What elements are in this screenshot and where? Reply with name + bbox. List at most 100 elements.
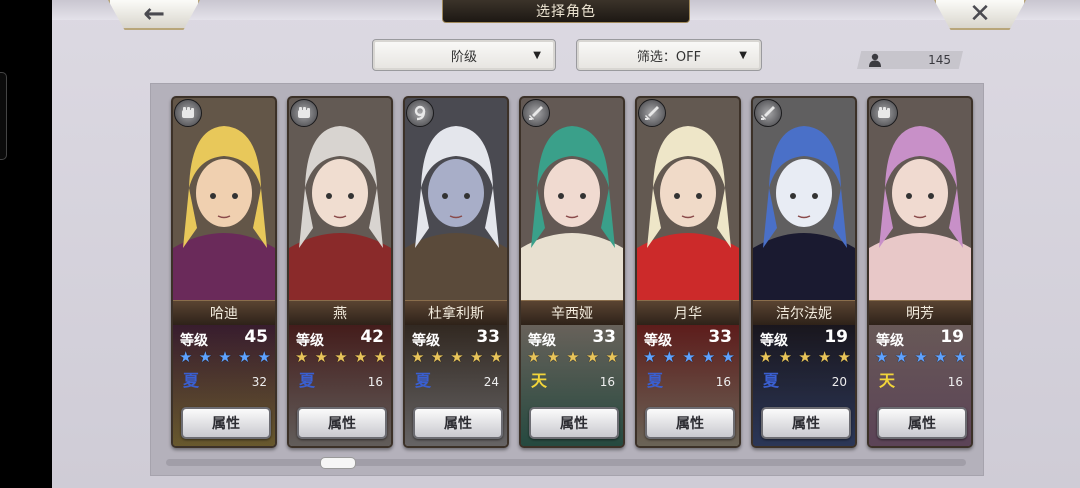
level-label: 等级 [412, 333, 440, 349]
scroll-track[interactable] [166, 459, 966, 466]
level-value: 33 [708, 327, 732, 347]
star-icon: ★ [257, 348, 271, 366]
star-icon: ★ [546, 348, 561, 366]
star-icon: ★ [218, 348, 232, 366]
star-icon: ★ [817, 348, 832, 366]
attributes-button-label: 属性 [908, 416, 936, 432]
level-value: 19 [824, 327, 848, 347]
character-portrait [753, 98, 855, 300]
star-icon: ★ [798, 348, 812, 366]
character-name: 辛西娅 [551, 306, 593, 322]
character-card[interactable]: 辛西娅 等级 33 ★ ★ ★ ★ ★ 天 16 属性 [519, 96, 625, 448]
attributes-button[interactable]: 属性 [529, 407, 619, 439]
character-portrait [173, 98, 275, 300]
close-x-icon: ✕ [969, 0, 991, 29]
element-icon: 夏 [414, 371, 431, 390]
character-card[interactable]: 哈迪 等级 45 ★ ★ ★ ★ ★ 夏 32 属性 [171, 96, 277, 448]
star-icon: ★ [953, 348, 967, 366]
back-arrow-icon: ← [143, 0, 165, 29]
shard-count: 16 [715, 375, 731, 389]
character-card[interactable]: 杜拿利斯 等级 33 ★ ★ ★ ★ ★ 夏 24 属性 [403, 96, 509, 448]
character-stats: 等级 19 ★ ★ ★ ★ ★ 夏 20 属性 [753, 325, 855, 446]
name-plate: 明芳 [869, 300, 971, 326]
character-card[interactable]: 洁尔法妮 等级 19 ★ ★ ★ ★ ★ 夏 20 属性 [751, 96, 857, 448]
chevron-down-icon: ▼ [739, 50, 747, 61]
star-icon: ★ [837, 348, 851, 366]
attributes-button[interactable]: 属性 [645, 407, 735, 439]
character-name: 哈迪 [210, 306, 238, 322]
character-portrait [869, 98, 971, 300]
shard-count: 16 [599, 375, 615, 389]
character-name: 洁尔法妮 [776, 306, 832, 322]
star-icon: ★ [643, 348, 657, 366]
character-stats: 等级 45 ★ ★ ★ ★ ★ 夏 32 属性 [173, 325, 275, 446]
attributes-button-label: 属性 [792, 416, 820, 432]
star-icon: ★ [489, 348, 503, 366]
fist-icon [174, 99, 202, 127]
star-icon: ★ [894, 348, 909, 366]
sword-icon [638, 99, 666, 127]
attributes-button[interactable]: 属性 [181, 407, 271, 439]
character-card[interactable]: 月华 等级 33 ★ ★ ★ ★ ★ 夏 16 属性 [635, 96, 741, 448]
scroll-thumb[interactable] [320, 457, 356, 469]
character-card[interactable]: 燕等级 42 ★ ★ ★ ★ ★ 夏 16 属性 [287, 96, 393, 448]
level-label: 等级 [760, 333, 788, 349]
level-value: 45 [244, 327, 268, 347]
roster-counter: 145 [857, 51, 963, 69]
level-label: 等级 [528, 333, 556, 349]
star-icon: ★ [295, 348, 309, 366]
character-portrait [289, 98, 391, 300]
star-icon: ★ [411, 348, 425, 366]
chevron-down-icon: ▼ [533, 50, 541, 61]
level-label: 等级 [876, 333, 904, 349]
star-icon: ★ [450, 348, 464, 366]
person-icon [869, 53, 881, 67]
character-stats: 等级 19 ★ ★ ★ ★ ★ 天 16 属性 [869, 325, 971, 446]
star-icon: ★ [198, 348, 213, 366]
level-value: 33 [592, 327, 616, 347]
element-icon: 夏 [298, 371, 315, 390]
star-icon: ★ [933, 348, 948, 366]
star-icon: ★ [179, 348, 193, 366]
nine-icon [406, 99, 434, 127]
name-plate: 燕 [289, 300, 391, 326]
element-icon: 天 [530, 371, 547, 390]
level-label: 等级 [644, 333, 672, 349]
star-rating: ★ ★ ★ ★ ★ [411, 350, 503, 365]
attributes-button[interactable]: 属性 [761, 407, 851, 439]
character-name: 月华 [674, 306, 702, 322]
name-plate: 杜拿利斯 [405, 300, 507, 326]
star-icon: ★ [875, 348, 889, 366]
character-stats: 等级 33 ★ ★ ★ ★ ★ 夏 16 属性 [637, 325, 739, 446]
star-icon: ★ [237, 348, 252, 366]
fist-icon [290, 99, 318, 127]
sword-icon [754, 99, 782, 127]
attributes-button[interactable]: 属性 [297, 407, 387, 439]
character-portrait [405, 98, 507, 300]
character-card[interactable]: 明芳 等级 19 ★ ★ ★ ★ ★ 天 16 属性 [867, 96, 973, 448]
star-rating: ★ ★ ★ ★ ★ [875, 350, 967, 365]
attributes-button[interactable]: 属性 [413, 407, 503, 439]
edge-handle[interactable] [0, 72, 7, 160]
attributes-button-label: 属性 [676, 416, 704, 432]
attributes-button[interactable]: 属性 [877, 407, 967, 439]
star-rating: ★ ★ ★ ★ ★ [759, 350, 851, 365]
shard-count: 32 [251, 375, 267, 389]
attributes-button-label: 属性 [212, 416, 240, 432]
character-name: 杜拿利斯 [428, 306, 484, 322]
star-icon: ★ [778, 348, 793, 366]
name-plate: 哈迪 [173, 300, 275, 326]
character-name: 燕 [333, 306, 347, 322]
star-icon: ★ [469, 348, 484, 366]
filter-dropdown[interactable]: 筛选：OFF ▼ [576, 39, 762, 71]
character-portrait [637, 98, 739, 300]
star-icon: ★ [353, 348, 368, 366]
star-icon: ★ [527, 348, 541, 366]
star-icon: ★ [914, 348, 928, 366]
shard-count: 16 [947, 375, 963, 389]
title-plate: 选择角色 [442, 0, 690, 23]
star-icon: ★ [759, 348, 773, 366]
level-label: 等级 [180, 333, 208, 349]
star-icon: ★ [566, 348, 580, 366]
sort-dropdown[interactable]: 阶级 ▼ [372, 39, 556, 71]
